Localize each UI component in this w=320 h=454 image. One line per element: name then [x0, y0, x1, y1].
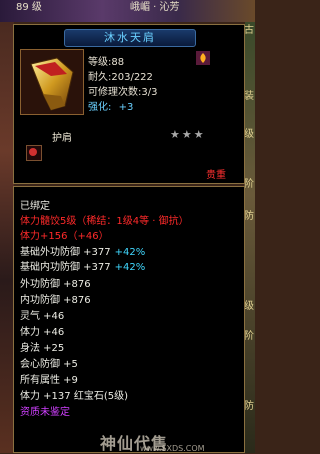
header-left-text: 89 级	[16, 2, 42, 13]
tempered-line: 体力髓饺5级（稀结：1级4等 · 御抗）	[20, 216, 189, 227]
external-defense: 外功防御 +876	[20, 279, 91, 290]
side-char: 阶	[244, 331, 254, 342]
socket-gem-icon[interactable]	[26, 145, 42, 161]
value-label: 贵重	[206, 170, 226, 181]
gold-shoulder-pad-icon	[21, 50, 83, 114]
unidentified-status: 资质未鉴定	[20, 407, 70, 418]
game-background-right	[245, 22, 255, 453]
item-attributes: 已绑定 体力髓饺5级（稀结：1级4等 · 御抗） 体力+156（+46） 基础外…	[13, 186, 245, 453]
side-char: 级	[244, 301, 254, 312]
base-internal-defense: 基础内功防御 +377 +42%	[20, 258, 145, 273]
item-icon-slot[interactable]	[20, 49, 84, 115]
side-char: 阶	[244, 179, 254, 190]
enhance-value: +3	[118, 102, 134, 113]
item-enhance: 强化: +3	[88, 98, 133, 113]
base-external-defense-value: 基础外功防御 +377	[20, 247, 111, 258]
bound-status: 已绑定	[20, 201, 50, 212]
watermark-url: www.SXDS.COM	[140, 444, 205, 453]
game-background-left	[0, 22, 14, 453]
item-name: 沐水天肩	[64, 29, 196, 47]
side-char: 古	[244, 25, 254, 36]
side-char: 防	[244, 401, 254, 412]
base-internal-defense-pct: +42%	[114, 262, 146, 273]
base-internal-defense-value: 基础内功防御 +377	[20, 262, 111, 273]
spirit-stat: 灵气 +46	[20, 311, 65, 322]
crit-defense-stat: 会心防御 +5	[20, 359, 78, 370]
item-repairs: 可修理次数:3/3	[88, 87, 158, 98]
all-attributes-stat: 所有属性 +9	[20, 375, 78, 386]
side-char: 防	[244, 211, 254, 222]
item-durability: 耐久:203/222	[88, 72, 153, 83]
flame-badge-icon	[196, 51, 210, 65]
side-char: 装	[244, 91, 254, 102]
enhance-label: 强化:	[88, 102, 112, 113]
tempered-bonus: 体力+156（+46）	[20, 231, 109, 242]
item-level: 等级:88	[88, 57, 125, 68]
stamina-stat: 体力 +46	[20, 327, 65, 338]
header-right-text: 峨嵋 · 沁芳	[130, 2, 180, 13]
star-rating: ★★★	[170, 128, 206, 141]
agility-stat: 身法 +25	[20, 343, 65, 354]
base-external-defense: 基础外功防御 +377 +42%	[20, 243, 145, 258]
slot-label: 护肩	[52, 133, 72, 144]
gem-bonus: 体力 +137 红宝石(5级)	[20, 391, 128, 402]
item-tooltip-header: 沐水天肩 等级:88 耐久:203/222 可修理次数:3/3 强化: +3 护…	[13, 24, 245, 184]
side-char: 级	[244, 129, 254, 140]
internal-defense: 内功防御 +876	[20, 295, 91, 306]
base-external-defense-pct: +42%	[114, 247, 146, 258]
